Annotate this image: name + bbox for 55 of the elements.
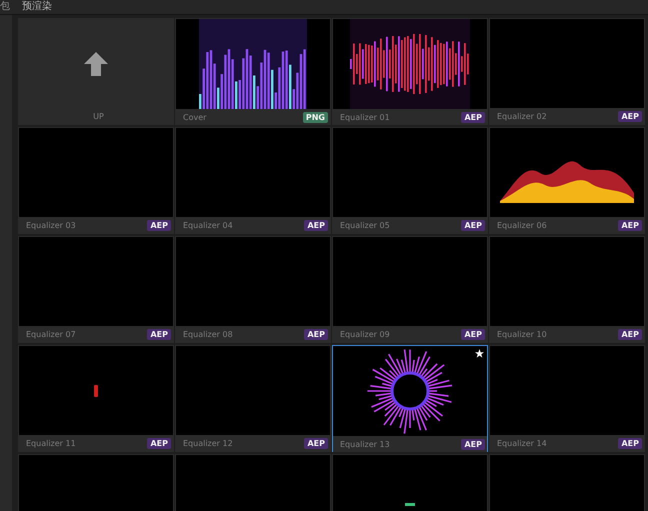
asset-name: Equalizer 05 (340, 220, 390, 230)
asset-tile[interactable]: Equalizer 14 AEP (489, 345, 645, 452)
asset-tile[interactable]: Equalizer 09 AEP (332, 236, 488, 343)
asset-name: Equalizer 01 (340, 112, 390, 122)
asset-name: Equalizer 10 (497, 330, 547, 338)
asset-name: Equalizer 11 (26, 438, 76, 448)
file-type-tag: AEP (461, 328, 485, 340)
asset-name: Equalizer 07 (26, 330, 76, 338)
asset-name: Equalizer 06 (497, 220, 547, 230)
asset-tile[interactable]: Equalizer 03 AEP (18, 127, 174, 234)
asset-tile[interactable] (332, 454, 488, 511)
file-type-tag: AEP (147, 220, 171, 230)
asset-tile[interactable]: Equalizer 10 AEP (489, 236, 645, 343)
panel-tab[interactable]: 预渲染 (22, 1, 52, 13)
up-arrow-icon (83, 50, 109, 76)
file-type-tag: AEP (461, 220, 485, 230)
dash-icon (405, 502, 415, 506)
asset-name: Equalizer 08 (183, 330, 233, 338)
asset-name: Equalizer 13 (340, 440, 390, 448)
file-type-tag: AEP (147, 438, 171, 448)
asset-tile[interactable]: Equalizer 11 AEP (18, 345, 174, 452)
file-type-tag: AEP (304, 438, 328, 448)
file-type-tag: AEP (618, 438, 642, 448)
asset-tile[interactable]: Equalizer 06 AEP (489, 127, 645, 234)
asset-tile[interactable] (489, 454, 645, 511)
asset-name: UP (93, 112, 104, 120)
asset-name: Cover (183, 112, 206, 122)
asset-name: Equalizer 02 (497, 112, 547, 120)
asset-tile[interactable]: Equalizer 13 AEP (332, 345, 488, 452)
asset-tile[interactable]: Equalizer 08 AEP (175, 236, 331, 343)
asset-tile[interactable]: Equalizer 12 AEP (175, 345, 331, 452)
asset-name: Equalizer 09 (340, 330, 390, 338)
asset-tile[interactable]: Equalizer 04 AEP (175, 127, 331, 234)
asset-tile[interactable] (175, 454, 331, 511)
asset-tile[interactable]: Equalizer 07 AEP (18, 236, 174, 343)
asset-name: Equalizer 14 (497, 438, 547, 448)
marker-icon (93, 384, 99, 396)
file-type-tag: AEP (461, 438, 485, 450)
file-type-tag: AEP (304, 328, 328, 340)
asset-name: Equalizer 12 (183, 438, 233, 448)
asset-tile[interactable]: Cover PNG (175, 18, 331, 125)
asset-tile[interactable] (18, 454, 174, 511)
asset-name: Equalizer 03 (26, 220, 76, 230)
asset-tile[interactable]: Equalizer 01 AEP (332, 18, 488, 125)
file-type-tag: AEP (461, 112, 485, 122)
file-type-tag: AEP (618, 328, 642, 340)
file-type-tag: AEP (304, 220, 328, 230)
asset-name: Equalizer 04 (183, 220, 233, 230)
asset-tile[interactable]: Equalizer 02 AEP (489, 18, 645, 125)
panel-tab[interactable]: 包 (0, 1, 10, 13)
file-type-tag: PNG (302, 112, 328, 122)
file-type-tag: AEP (147, 328, 171, 340)
file-type-tag: AEP (618, 220, 642, 230)
file-type-tag: AEP (618, 110, 642, 122)
asset-tile[interactable]: Equalizer 05 AEP (332, 127, 488, 234)
